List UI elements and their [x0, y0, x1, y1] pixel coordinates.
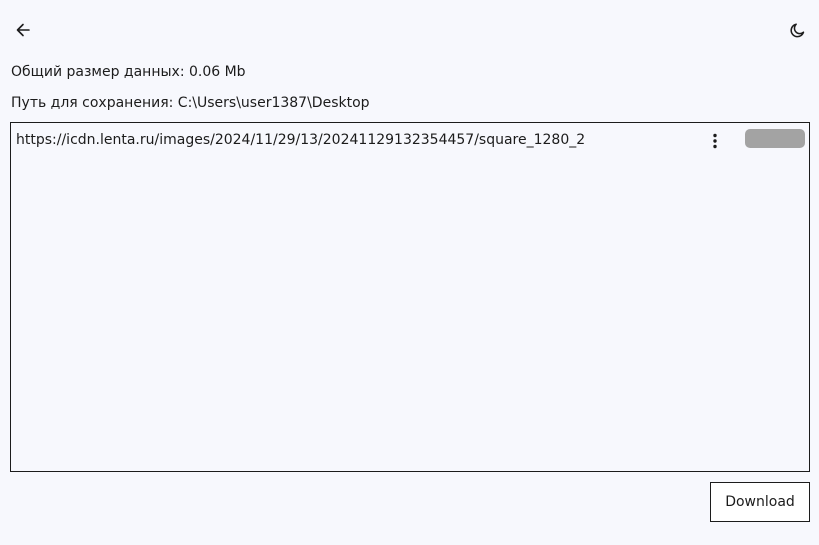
- save-path-label: Путь для сохранения: C:\Users\user1387\D…: [11, 95, 370, 111]
- back-button[interactable]: [11, 18, 35, 42]
- item-url: https://icdn.lenta.ru/images/2024/11/29/…: [16, 132, 586, 148]
- theme-toggle-button[interactable]: [786, 18, 810, 42]
- arrow-left-icon: [16, 23, 30, 37]
- moon-icon: [790, 23, 805, 38]
- total-size-label: Общий размер данных: 0.06 Mb: [11, 64, 246, 80]
- list-item[interactable]: https://icdn.lenta.ru/images/2024/11/29/…: [11, 123, 809, 157]
- download-list[interactable]: https://icdn.lenta.ru/images/2024/11/29/…: [10, 122, 810, 472]
- download-button[interactable]: Download: [710, 482, 810, 522]
- download-progress-bar: [745, 129, 805, 148]
- more-vertical-icon: [713, 133, 717, 149]
- app-window: Общий размер данных: 0.06 Mb Путь для со…: [0, 0, 819, 545]
- item-menu-button[interactable]: [705, 131, 725, 151]
